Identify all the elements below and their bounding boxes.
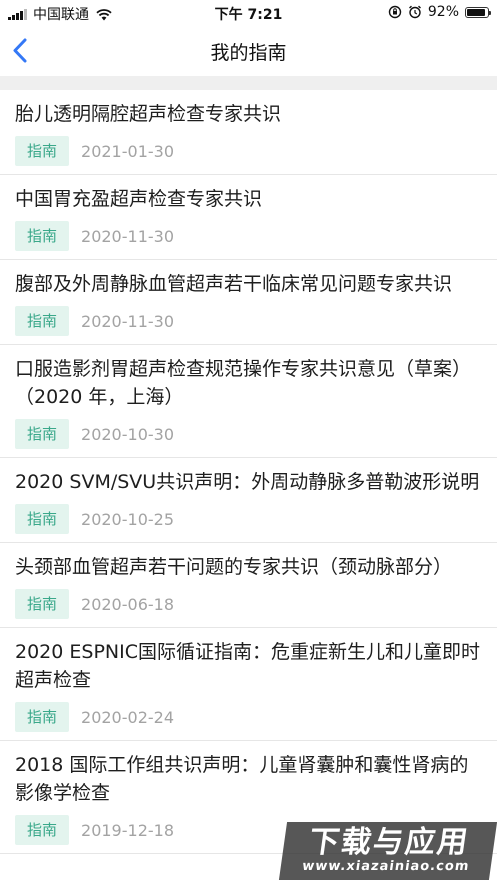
item-meta: 指南 2020-10-30 xyxy=(15,419,483,449)
category-badge: 指南 xyxy=(15,702,70,732)
item-meta: 指南 2020-06-18 xyxy=(15,589,483,619)
item-title: 口服造影剂胃超声检查规范操作专家共识意见（草案）（2020 年，上海） xyxy=(15,358,472,408)
item-title: 腹部及外周静脉血管超声若干临床常见问题专家共识 xyxy=(15,273,453,295)
item-date: 2020-02-24 xyxy=(81,707,174,727)
list-item[interactable]: 胎儿透明隔腔超声检查专家共识 指南 2021-01-30 xyxy=(0,90,497,175)
watermark-logo: 下载与应用 www.xiazainiao.com xyxy=(278,822,497,880)
guide-list: 胎儿透明隔腔超声检查专家共识 指南 2021-01-30 中国胃充盈超声检查专家… xyxy=(0,90,497,854)
item-meta: 指南 2021-01-30 xyxy=(15,136,483,166)
category-badge: 指南 xyxy=(15,419,70,449)
list-item[interactable]: 2020 SVM/SVU共识声明：外周动静脉多普勒波形说明 指南 2020-10… xyxy=(0,458,497,543)
item-title: 中国胃充盈超声检查专家共识 xyxy=(15,188,263,210)
status-right: 92% xyxy=(388,4,491,20)
item-title: 2018 国际工作组共识声明：儿童肾囊肿和囊性肾病的影像学检查 xyxy=(15,754,469,804)
item-title: 2020 SVM/SVU共识声明：外周动静脉多普勒波形说明 xyxy=(15,471,480,493)
category-badge: 指南 xyxy=(15,504,70,534)
item-title: 头颈部血管超声若干问题的专家共识（颈动脉部分） xyxy=(15,556,453,578)
watermark-text: 下载与应用 xyxy=(306,825,472,860)
category-badge: 指南 xyxy=(15,221,70,251)
item-date: 2021-01-30 xyxy=(81,141,174,161)
list-item[interactable]: 头颈部血管超声若干问题的专家共识（颈动脉部分） 指南 2020-06-18 xyxy=(0,543,497,628)
item-title: 2020 ESPNIC国际循证指南：危重症新生儿和儿童即时超声检查 xyxy=(15,641,481,691)
watermark-url: www.xiazainiao.com xyxy=(301,859,471,874)
item-meta: 指南 2020-11-30 xyxy=(15,306,483,336)
item-date: 2020-06-18 xyxy=(81,594,174,614)
rotation-lock-icon xyxy=(388,5,402,19)
nav-bar: 我的指南 xyxy=(0,26,497,76)
item-title: 胎儿透明隔腔超声检查专家共识 xyxy=(15,103,282,125)
page-title: 我的指南 xyxy=(210,42,287,64)
chevron-left-icon xyxy=(13,38,27,63)
item-date: 2019-12-18 xyxy=(81,820,174,840)
list-item[interactable]: 2020 ESPNIC国际循证指南：危重症新生儿和儿童即时超声检查 指南 202… xyxy=(0,628,497,741)
item-meta: 指南 2020-02-24 xyxy=(15,702,483,732)
category-badge: 指南 xyxy=(15,815,70,845)
category-badge: 指南 xyxy=(15,136,70,166)
back-button[interactable] xyxy=(6,34,40,68)
item-date: 2020-11-30 xyxy=(81,226,174,246)
item-date: 2020-11-30 xyxy=(81,311,174,331)
list-item[interactable]: 口服造影剂胃超声检查规范操作专家共识意见（草案）（2020 年，上海） 指南 2… xyxy=(0,345,497,458)
category-badge: 指南 xyxy=(15,306,70,336)
header-separator xyxy=(0,76,497,90)
item-date: 2020-10-30 xyxy=(81,424,174,444)
battery-icon xyxy=(465,6,491,18)
battery-percent: 92% xyxy=(427,4,459,20)
list-item[interactable]: 腹部及外周静脉血管超声若干临床常见问题专家共识 指南 2020-11-30 xyxy=(0,260,497,345)
battery-level xyxy=(467,8,486,16)
status-bar: 中国联通 下午 7:21 92% xyxy=(0,0,497,26)
item-date: 2020-10-25 xyxy=(81,509,174,529)
list-item[interactable]: 中国胃充盈超声检查专家共识 指南 2020-11-30 xyxy=(0,175,497,260)
item-meta: 指南 2020-11-30 xyxy=(15,221,483,251)
item-meta: 指南 2020-10-25 xyxy=(15,504,483,534)
alarm-icon xyxy=(408,5,421,19)
category-badge: 指南 xyxy=(15,589,70,619)
